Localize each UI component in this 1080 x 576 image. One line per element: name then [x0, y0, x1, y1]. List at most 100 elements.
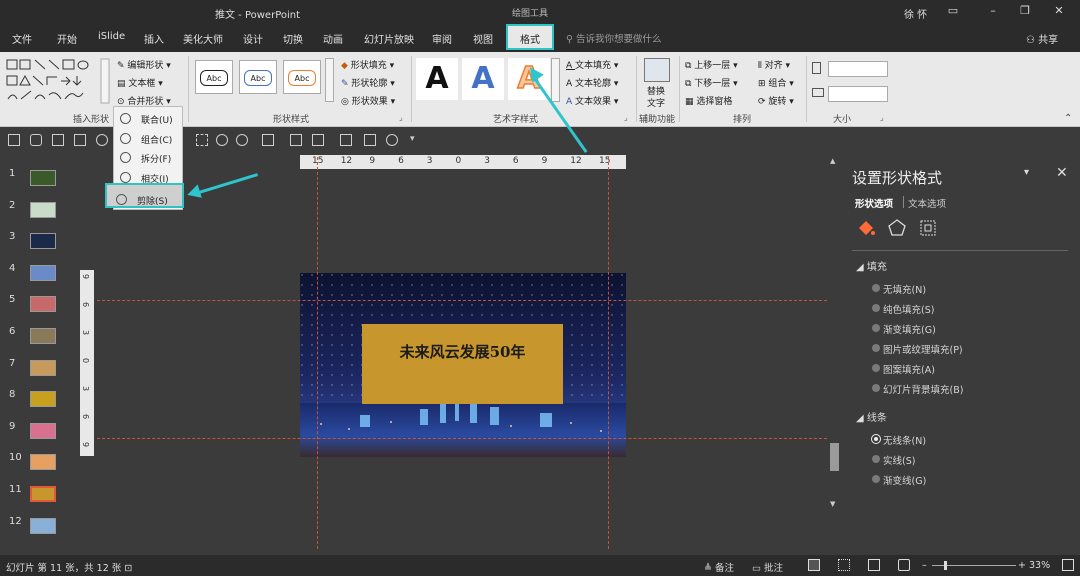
fill-line-icon[interactable]: [856, 218, 876, 238]
shape-style-3[interactable]: Abc: [283, 60, 321, 94]
slide-thumbnail[interactable]: [30, 170, 56, 186]
format-painter-icon[interactable]: [96, 134, 108, 146]
line-section-header[interactable]: ◢ 线条: [856, 409, 887, 424]
menu-item-combine[interactable]: 组合(C): [117, 130, 181, 148]
slideshow-view-icon[interactable]: [898, 559, 910, 571]
tab-islide[interactable]: iSlide: [98, 31, 125, 42]
wordart-style-2[interactable]: A: [462, 58, 504, 100]
slide-thumbnail[interactable]: [30, 201, 56, 218]
slide-thumbnail[interactable]: [30, 422, 56, 439]
comments-button[interactable]: ▭ 批注: [752, 560, 783, 574]
tab-animations[interactable]: 动画: [323, 31, 343, 46]
guide-line-horizontal[interactable]: [97, 438, 827, 439]
alt-text-line2[interactable]: 文字: [647, 96, 665, 109]
alt-text-icon[interactable]: [644, 58, 670, 82]
slide-thumbnail[interactable]: [30, 391, 56, 408]
tab-beautify-master[interactable]: 美化大师: [183, 31, 223, 46]
redo-icon[interactable]: [52, 134, 64, 146]
slide-thumbnail[interactable]: [30, 517, 56, 534]
accessibility-check-icon[interactable]: ⊡: [124, 563, 132, 574]
dialog-launcher-icon[interactable]: ⌟: [399, 113, 410, 124]
line-spacing-icon[interactable]: [312, 134, 324, 146]
merge-icon[interactable]: [236, 134, 248, 146]
slide-sorter-icon[interactable]: [838, 559, 850, 571]
user-name[interactable]: 徐 怀: [904, 6, 927, 21]
effects-pentagon-icon[interactable]: [887, 218, 907, 238]
share-button[interactable]: ⚇ 共享: [1026, 31, 1058, 46]
menu-item-union[interactable]: 联合(U): [117, 110, 181, 128]
customize-qat-icon[interactable]: ▾: [410, 134, 415, 144]
align-button[interactable]: ⫴ 对齐 ▾: [758, 58, 790, 71]
slide-thumbnail[interactable]: [30, 454, 56, 471]
wordart-style-1[interactable]: A: [416, 58, 458, 100]
fill-icon[interactable]: [262, 134, 274, 146]
pane-options-icon[interactable]: ▾: [1024, 167, 1029, 178]
zoom-in-icon[interactable]: +: [1018, 560, 1026, 571]
dialog-launcher-icon[interactable]: ⌟: [880, 113, 891, 124]
close-icon[interactable]: ✕: [1050, 4, 1068, 20]
tab-shape-options[interactable]: 形状选项: [855, 196, 893, 210]
rotate-button[interactable]: ⟳ 旋转 ▾: [758, 94, 794, 107]
zoom-out-icon[interactable]: –: [922, 560, 927, 571]
reading-view-icon[interactable]: [868, 559, 880, 571]
menu-item-fragment[interactable]: 拆分(F): [117, 149, 181, 167]
size-properties-icon[interactable]: [918, 218, 938, 238]
pane-close-icon[interactable]: ✕: [1056, 165, 1068, 181]
dialog-launcher-icon[interactable]: ⌟: [624, 113, 635, 124]
shape-height-input[interactable]: [828, 61, 888, 77]
crop-icon[interactable]: [386, 134, 398, 146]
tab-design[interactable]: 设计: [243, 31, 263, 46]
wordart-more[interactable]: [551, 58, 560, 102]
image-icon[interactable]: [364, 134, 376, 146]
fit-to-window-icon[interactable]: [1062, 559, 1074, 571]
scroll-up-icon[interactable]: ▲: [830, 157, 839, 166]
text-outline-button[interactable]: A 文本轮廓 ▾: [566, 76, 618, 89]
select-icon[interactable]: [196, 134, 208, 146]
slide-thumbnail[interactable]: [30, 359, 56, 376]
shape-gallery[interactable]: [5, 57, 111, 105]
text-icon[interactable]: [290, 134, 302, 146]
collapse-ribbon-icon[interactable]: ⌃: [1064, 113, 1072, 124]
vertical-scrollbar[interactable]: ▲ ▼: [829, 155, 840, 515]
slide-title-text[interactable]: 未来风云发展50年: [362, 341, 563, 362]
tab-format[interactable]: 格式: [506, 24, 554, 50]
slide-thumbnail[interactable]: [30, 296, 56, 313]
bring-forward-button[interactable]: ⧉ 上移一层 ▾: [685, 58, 738, 71]
shape-fill-button[interactable]: ◆ 形状填充 ▾: [341, 58, 394, 71]
notes-button[interactable]: ≜ 备注: [704, 560, 734, 574]
tell-me-search[interactable]: ⚲ 告诉我你想要做什么: [566, 31, 662, 45]
shape-style-1[interactable]: Abc: [195, 60, 233, 94]
shape-width-input[interactable]: [828, 86, 888, 102]
text-fill-button[interactable]: A 文本填充 ▾: [566, 58, 618, 71]
tab-text-options[interactable]: 文本选项: [908, 196, 946, 210]
restore-icon[interactable]: ❐: [1016, 4, 1034, 20]
guide-line-vertical[interactable]: [608, 157, 609, 549]
shape-outline-button[interactable]: ✎ 形状轮廓 ▾: [341, 76, 395, 89]
zoom-level[interactable]: 33%: [1029, 560, 1050, 571]
tab-view[interactable]: 视图: [473, 31, 493, 46]
text-box-button[interactable]: ▤ 文本框 ▾: [117, 76, 163, 89]
guide-line-horizontal[interactable]: [97, 300, 827, 301]
normal-view-icon[interactable]: [808, 559, 820, 571]
ribbon-display-options-icon[interactable]: ▭: [944, 4, 962, 20]
slide-thumbnail[interactable]: [30, 264, 56, 281]
menu-item-subtract[interactable]: 剪除(S): [113, 191, 177, 209]
slide-thumbnail[interactable]: [30, 486, 56, 502]
minimize-icon[interactable]: –: [984, 4, 1002, 20]
shape-style-more[interactable]: [325, 58, 334, 102]
slideshow-icon[interactable]: [74, 134, 86, 146]
shape-icon[interactable]: [216, 134, 228, 146]
group-button[interactable]: ⊞ 组合 ▾: [758, 76, 794, 89]
tab-home[interactable]: 开始: [57, 31, 77, 46]
slide-thumbnail[interactable]: [30, 328, 56, 344]
tab-insert[interactable]: 插入: [144, 31, 164, 46]
tab-review[interactable]: 审阅: [432, 31, 452, 46]
scroll-down-icon[interactable]: ▼: [830, 500, 839, 509]
tab-file[interactable]: 文件: [12, 31, 32, 46]
align-text-icon[interactable]: [340, 134, 352, 146]
slide-thumbnail[interactable]: [30, 233, 56, 250]
shape-effects-button[interactable]: ◎ 形状效果 ▾: [341, 94, 395, 107]
zoom-slider-thumb[interactable]: [944, 561, 947, 570]
menu-item-intersect[interactable]: 相交(I): [117, 169, 181, 187]
selection-pane-button[interactable]: ▦ 选择窗格: [685, 94, 732, 107]
